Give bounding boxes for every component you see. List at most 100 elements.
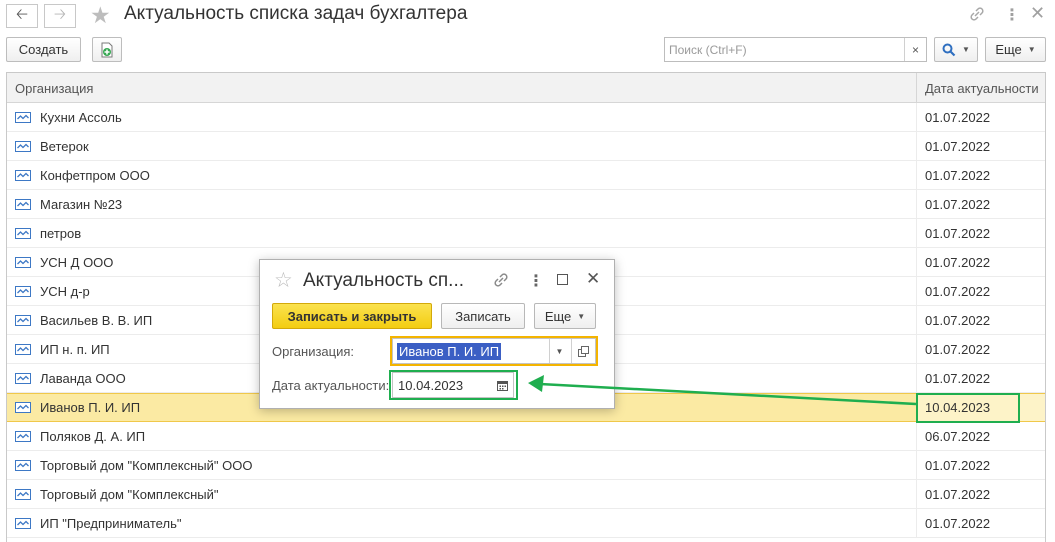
- date-cell[interactable]: 01.07.2022: [917, 219, 1045, 247]
- organization-name: Конфетпром ООО: [40, 167, 150, 183]
- search-field[interactable]: ×: [664, 37, 927, 62]
- table-row[interactable]: Ветерок 01.07.2022: [7, 132, 1045, 161]
- organization-icon: [15, 343, 31, 355]
- page-title: Актуальность списка задач бухгалтера: [124, 3, 468, 24]
- search-button[interactable]: ▼: [934, 37, 978, 62]
- link-icon[interactable]: [968, 5, 986, 26]
- link-icon[interactable]: [492, 271, 510, 292]
- column-header-organization[interactable]: Организация: [7, 73, 917, 102]
- organization-cell[interactable]: Торговый дом "Комплексный": [7, 480, 917, 508]
- create-button[interactable]: Создать: [6, 37, 81, 62]
- date-cell[interactable]: 01.07.2022: [917, 364, 1045, 392]
- organization-cell[interactable]: ИП "Предприниматель": [7, 509, 917, 537]
- organization-icon: [15, 169, 31, 181]
- dialog-title: Актуальность сп...: [303, 270, 465, 291]
- organization-icon: [15, 488, 31, 500]
- dialog-more-button[interactable]: Еще ▼: [534, 303, 596, 329]
- organization-icon: [15, 285, 31, 297]
- organization-icon: [15, 372, 31, 384]
- annotation-arrow: [528, 375, 917, 406]
- table-row[interactable]: Торговый дом "Комплексный" 01.07.2022: [7, 480, 1045, 509]
- close-icon: ×: [911, 42, 919, 57]
- organization-name: Иванов П. И. ИП: [40, 400, 141, 415]
- organization-icon: [15, 111, 31, 123]
- organization-cell[interactable]: Магазин №23: [7, 190, 917, 218]
- kebab-icon[interactable]: ⋮: [1004, 5, 1020, 25]
- back-button[interactable]: 🡠: [6, 4, 38, 28]
- date-cell[interactable]: 01.07.2022: [917, 103, 1045, 131]
- organization-name: Васильев В. В. ИП: [40, 312, 153, 328]
- search-clear-button[interactable]: ×: [904, 38, 926, 61]
- table-row[interactable]: Торговый дом "Комплексный" ООО 01.07.2022: [7, 451, 1045, 480]
- organization-name: Магазин №23: [40, 196, 123, 212]
- star-icon[interactable]: ★: [90, 2, 111, 29]
- more-button[interactable]: Еще ▼: [985, 37, 1046, 62]
- date-cell[interactable]: 01.07.2022: [917, 132, 1045, 160]
- organization-name: УСН д-р: [40, 283, 90, 299]
- table-row[interactable]: Поляков Д. А. ИП 06.07.2022: [7, 422, 1045, 451]
- back-arrow-icon: 🡠: [15, 5, 29, 23]
- date-cell[interactable]: 01.07.2022: [917, 480, 1045, 508]
- organization-cell[interactable]: петров: [7, 219, 917, 247]
- organization-icon: [15, 140, 31, 152]
- organization-cell[interactable]: Торговый дом "Комплексный" ООО: [7, 451, 917, 479]
- organization-cell[interactable]: Поляков Д. А. ИП: [7, 422, 917, 450]
- highlight-date-field: [389, 370, 518, 400]
- highlight-organization: [390, 336, 598, 366]
- organization-icon: [15, 430, 31, 442]
- table-row[interactable]: петров 01.07.2022: [7, 219, 1045, 248]
- maximize-icon[interactable]: [557, 274, 568, 285]
- star-icon[interactable]: ☆: [274, 268, 293, 293]
- organization-icon: [15, 198, 31, 210]
- highlight-date-cell: [916, 393, 1020, 423]
- organization-label: Организация:: [272, 344, 355, 359]
- forward-button[interactable]: 🡢: [44, 4, 76, 28]
- date-cell[interactable]: 06.07.2022: [917, 422, 1045, 450]
- date-label: Дата актуальности:: [272, 378, 390, 393]
- date-cell[interactable]: 01.07.2022: [917, 248, 1045, 276]
- organization-name: УСН Д ООО: [40, 254, 114, 270]
- organization-cell[interactable]: Ветерок: [7, 132, 917, 160]
- organization-name: Кухни Ассоль: [40, 109, 122, 125]
- dropdown-arrow-icon: ▼: [577, 311, 586, 321]
- organization-name: Торговый дом "Комплексный": [40, 486, 219, 502]
- organization-name: ИП "Предприниматель": [40, 515, 182, 531]
- organization-name: ИП н. п. ИП: [40, 341, 110, 357]
- organization-name: Поляков Д. А. ИП: [40, 428, 146, 444]
- search-icon: [942, 43, 956, 56]
- table-row[interactable]: Кухни Ассоль 01.07.2022: [7, 103, 1045, 132]
- add-document-icon: [101, 42, 113, 57]
- date-cell[interactable]: 01.07.2022: [917, 306, 1045, 334]
- date-cell[interactable]: 01.07.2022: [917, 335, 1045, 363]
- table-row[interactable]: Конфетпром ООО 01.07.2022: [7, 161, 1045, 190]
- organization-name: петров: [40, 225, 82, 241]
- date-cell[interactable]: 01.07.2022: [917, 509, 1045, 537]
- add-document-button[interactable]: [92, 37, 122, 62]
- organization-icon: [15, 256, 31, 268]
- save-button[interactable]: Записать: [441, 303, 525, 329]
- organization-name: Лаванда ООО: [40, 370, 126, 386]
- organization-icon: [15, 517, 31, 529]
- table-row[interactable]: ИП "Предприниматель" 01.07.2022: [7, 509, 1045, 538]
- column-header-date[interactable]: Дата актуальности: [917, 73, 1045, 102]
- organization-icon: [15, 314, 31, 326]
- organization-icon: [15, 402, 31, 413]
- close-icon[interactable]: ✕: [586, 269, 600, 289]
- organization-icon: [15, 227, 31, 239]
- kebab-icon[interactable]: ⋮: [528, 271, 544, 291]
- table-header: Организация Дата актуальности: [7, 73, 1045, 103]
- organization-name: Ветерок: [40, 138, 89, 154]
- date-cell[interactable]: 01.07.2022: [917, 161, 1045, 189]
- save-and-close-button[interactable]: Записать и закрыть: [272, 303, 432, 329]
- date-cell[interactable]: 01.07.2022: [917, 190, 1045, 218]
- search-input[interactable]: [665, 38, 903, 61]
- dropdown-arrow-icon: ▼: [962, 45, 970, 54]
- organization-name: Торговый дом "Комплексный" ООО: [40, 457, 253, 473]
- organization-cell[interactable]: Кухни Ассоль: [7, 103, 917, 131]
- date-cell[interactable]: 01.07.2022: [917, 451, 1045, 479]
- forward-arrow-icon: 🡢: [53, 5, 67, 23]
- date-cell[interactable]: 01.07.2022: [917, 277, 1045, 305]
- table-row[interactable]: Магазин №23 01.07.2022: [7, 190, 1045, 219]
- organization-cell[interactable]: Конфетпром ООО: [7, 161, 917, 189]
- close-icon[interactable]: ✕: [1030, 3, 1045, 24]
